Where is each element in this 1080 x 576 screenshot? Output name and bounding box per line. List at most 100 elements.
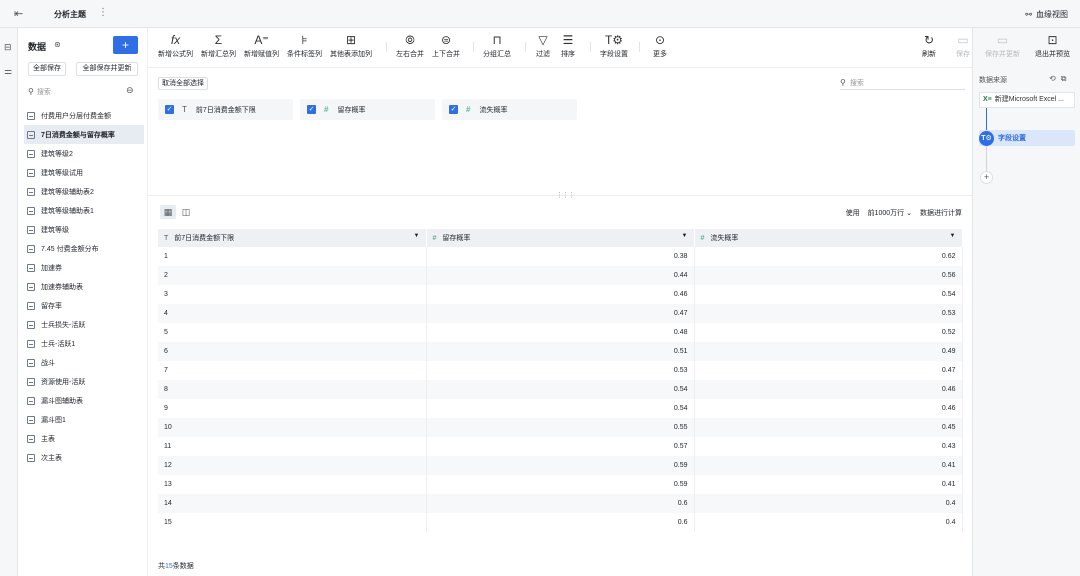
row-count: 共15条数据 (158, 563, 194, 570)
table-icon (27, 244, 35, 253)
toolbar-separator (386, 42, 387, 52)
data-list-item[interactable]: 资源使用-活跃 (24, 372, 144, 391)
right-panel: ▭ 保存并更新 ⊡ 退出并预览 数据来源 ⟲⧉ X≡ 新建Microsoft Exce… (972, 28, 1080, 576)
data-settings-icon[interactable]: ⊛ (54, 40, 61, 49)
data-list-item[interactable]: 漏斗图辅助表 (24, 391, 144, 410)
caret-down-icon[interactable]: ▼ (414, 233, 420, 239)
data-list-item[interactable]: 留存率 (24, 296, 144, 315)
field-chip[interactable]: ✓ # 留存概率 (300, 99, 435, 120)
save-button[interactable]: ▭ 保存 (956, 33, 970, 59)
add-data-button[interactable]: + (113, 36, 138, 54)
toolbar-condition-column[interactable]: ⊧ 条件标签列 (287, 33, 322, 59)
data-search-input[interactable]: ⚲ 搜索 (28, 85, 123, 99)
table-cell: 0.46 (426, 285, 695, 304)
column-header[interactable]: # 流失概率 ▼ (694, 229, 963, 247)
table-cell: 4 (158, 304, 427, 323)
data-source-item[interactable]: X≡ 新建Microsoft Excel ... (979, 92, 1075, 108)
table-cell: 14 (158, 494, 427, 513)
checkbox-checked-icon[interactable]: ✓ (165, 105, 174, 114)
table-row: 8 0.54 0.46 (158, 380, 963, 399)
exit-icon[interactable]: ⇤ (14, 8, 26, 20)
table-cell: 13 (158, 475, 427, 494)
data-list-item[interactable]: 7日消费金额与留存概率 (24, 125, 144, 144)
data-list-item-label: 建筑等级2 (41, 150, 73, 158)
column-header[interactable]: # 留存概率 ▼ (426, 229, 695, 247)
data-list-item[interactable]: 建筑等级辅助表1 (24, 201, 144, 220)
number-type-icon: # (432, 235, 437, 242)
toolbar-more[interactable]: ⊙ 更多 (653, 33, 667, 59)
table-cell: 9 (158, 399, 427, 418)
data-list-item[interactable]: 加速券辅助表 (24, 277, 144, 296)
data-list-item[interactable]: 战斗 (24, 353, 144, 372)
toolbar-assign-column[interactable]: A⁼ 新增赋值列 (244, 33, 279, 59)
table-cell: 0.59 (426, 475, 695, 494)
blood-view-label: 血缘视图 (1036, 10, 1068, 19)
column-header[interactable]: T 前7日消费金额下限 ▼ (158, 229, 427, 247)
refresh-button[interactable]: ↻ 刷新 (922, 33, 936, 59)
cancel-all-selection-button[interactable]: 取消全部选择 (158, 77, 208, 90)
data-list-item[interactable]: 次主表 (24, 448, 144, 467)
field-chip-label: 留存概率 (337, 106, 366, 114)
data-list-item[interactable]: 漏斗图1 (24, 410, 144, 429)
data-list-item[interactable]: 建筑等级辅助表2 (24, 182, 144, 201)
toolbar-filter[interactable]: ▽ 过滤 (536, 33, 550, 59)
data-list-item[interactable]: 士兵-活跃1 (24, 334, 144, 353)
data-list-item[interactable]: 建筑等级 (24, 220, 144, 239)
grid-view-icon[interactable]: ▦ (160, 205, 176, 219)
table-cell: 0.54 (694, 285, 963, 304)
data-icon[interactable]: ⊟ (4, 42, 14, 52)
data-list-item[interactable]: 士兵损失-活跃 (24, 315, 144, 334)
toolbar-sort[interactable]: ☰ 排序 (561, 33, 575, 59)
table-row: 11 0.57 0.43 (158, 437, 963, 456)
exit-preview-button[interactable]: ⊡ 退出并预览 (1035, 33, 1070, 59)
toolbar-formula-column[interactable]: fx 新增公式列 (158, 33, 193, 59)
data-list-item-label: 建筑等级 (41, 226, 69, 234)
field-search-placeholder: 搜索 (849, 80, 864, 87)
preview-icon: ⊡ (1047, 33, 1058, 47)
text-type-icon: T (182, 105, 187, 114)
toolbar-merge-lr[interactable]: ⦾ 左右合并 (396, 33, 424, 59)
history-icon[interactable]: ⟲⧉ (1049, 74, 1071, 84)
data-list-item[interactable]: 主表 (24, 429, 144, 448)
caret-down-icon[interactable]: ▼ (950, 233, 956, 239)
data-list-item[interactable]: 建筑等级试用 (24, 163, 144, 182)
layout-view-icon[interactable]: ◫ (178, 205, 194, 219)
checkbox-checked-icon[interactable]: ✓ (449, 105, 458, 114)
data-search-placeholder: 搜索 (36, 89, 51, 96)
toolbar-group-summary[interactable]: ⊓ 分组汇总 (483, 33, 511, 59)
field-search-input[interactable]: ⚲ 搜索 (840, 76, 965, 90)
table-icon (27, 339, 35, 348)
toolbar-merge-ud[interactable]: ⊜ 上下合并 (432, 33, 460, 59)
toolbar-field-settings[interactable]: T⚙ 字段设置 (600, 33, 628, 59)
caret-down-icon[interactable]: ▼ (682, 233, 688, 239)
data-list-item[interactable]: 付费用户分层付费金额 (24, 106, 144, 125)
add-step-button[interactable]: + (980, 171, 993, 184)
filter-icon: ▽ (538, 33, 548, 47)
save-update-button[interactable]: ▭ 保存并更新 (985, 33, 1020, 59)
field-settings-step[interactable]: T⚙ 字段设置 (979, 130, 1075, 146)
more-vertical-icon[interactable]: ⋮ (98, 7, 108, 18)
data-list-item[interactable]: 建筑等级2 (24, 144, 144, 163)
toolbar-summary-column[interactable]: Σ 新增汇总列 (201, 33, 236, 59)
table-row: 5 0.48 0.52 (158, 323, 963, 342)
toolbar-add-from-table[interactable]: ⊞ 其他表添加列 (330, 33, 372, 59)
table-cell: 2 (158, 266, 427, 285)
table-cell: 0.4 (694, 494, 963, 513)
field-chip[interactable]: ✓ # 流失概率 (442, 99, 577, 120)
filter-circle-icon[interactable]: ⊖ (126, 85, 134, 96)
data-list-item[interactable]: 加速券 (24, 258, 144, 277)
table-cell: 0.41 (694, 456, 963, 475)
data-list-item[interactable]: 7.45 付费金额分布 (24, 239, 144, 258)
table-cell: 10 (158, 418, 427, 437)
resize-grip-icon[interactable]: ⋮⋮⋮ (556, 191, 575, 199)
data-list-item-label: 漏斗图1 (41, 416, 66, 424)
save-all-button[interactable]: 全部保存 (28, 62, 66, 76)
save-all-update-button[interactable]: 全部保存并更新 (76, 62, 138, 76)
row-limit-select[interactable]: 前1000万行 ⌄ (868, 208, 912, 218)
export-icon[interactable]: ⧉ (1061, 74, 1072, 83)
blood-view-button[interactable]: ⚯ 血缘视图 (1025, 9, 1068, 20)
field-chip[interactable]: ✓ T 前7日消费金额下限 (158, 99, 293, 120)
toolbar: fx 新增公式列 Σ 新增汇总列 A⁼ 新增赋值列 ⊧ 条件标签列 ⊞ 其他表添加列 ⦾ 左… (148, 28, 972, 68)
settings-sliders-icon[interactable]: ⚌ (4, 66, 14, 76)
checkbox-checked-icon[interactable]: ✓ (307, 105, 316, 114)
